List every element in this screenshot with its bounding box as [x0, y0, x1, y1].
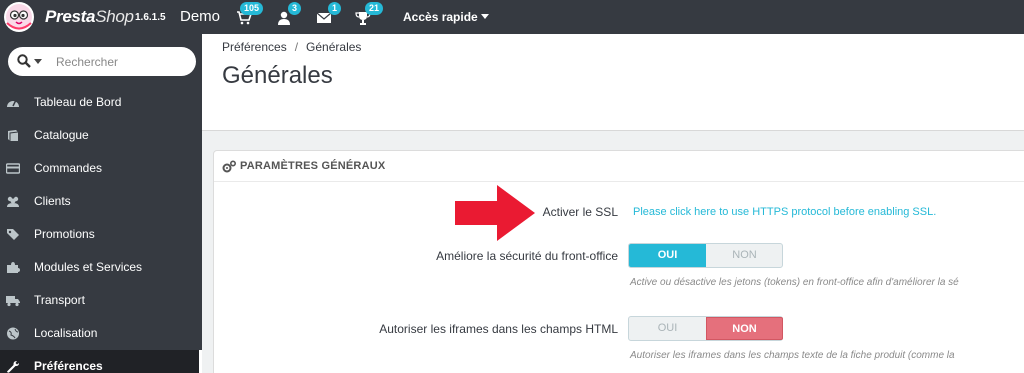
sidebar-item-modules-et-services[interactable]: Modules et Services [0, 251, 202, 284]
iframes-yes-option[interactable]: OUI [629, 317, 706, 340]
front-office-security-switch[interactable]: OUI NON [628, 243, 783, 268]
dashboard-icon [7, 99, 19, 107]
search-type-dropdown-icon[interactable] [34, 59, 42, 64]
puzzle-icon [7, 262, 20, 273]
quick-access-dropdown[interactable]: Accès rapide [403, 10, 489, 24]
brand-name[interactable]: PrestaShop [45, 7, 134, 27]
customers-badge: 3 [288, 2, 302, 15]
breadcrumb-separator: / [294, 40, 299, 54]
security-no-option[interactable]: NON [706, 244, 783, 267]
sidebar-item-label: Promotions [34, 227, 95, 241]
wrench-icon [7, 361, 19, 373]
sidebar-item-label: Tableau de Bord [34, 95, 122, 109]
page-title: Générales [222, 62, 333, 89]
top-navbar: PrestaShop 1.6.1.5 Demo 105 3 1 21 Accès… [0, 0, 1024, 34]
sidebar-item-localisation[interactable]: Localisation [0, 317, 202, 350]
truck-icon [6, 296, 20, 307]
sidebar-item-label: Catalogue [34, 128, 89, 142]
panel-title: PARAMÈTRES GÉNÉRAUX [240, 160, 386, 172]
search-box [8, 47, 196, 76]
sidebar-item-promotions[interactable]: Promotions [0, 218, 202, 251]
shop-name-link[interactable]: Demo [180, 8, 220, 25]
breadcrumb-current: Générales [306, 40, 362, 54]
general-settings-panel: PARAMÈTRES GÉNÉRAUX [213, 150, 1024, 373]
breadcrumb-parent-link[interactable]: Préférences [222, 40, 287, 54]
sidebar-item-clients[interactable]: Clients [0, 185, 202, 218]
front-office-security-help: Active ou désactive les jetons (tokens) … [630, 277, 959, 288]
users-icon [7, 196, 19, 207]
orders-badge: 105 [240, 2, 264, 15]
https-protocol-link[interactable]: Please click here to use HTTPS protocol … [633, 206, 936, 218]
caret-down-icon [480, 14, 489, 19]
trophies-badge: 21 [365, 2, 384, 15]
sidebar-item-preferences[interactable]: Préférences [0, 350, 202, 373]
sidebar: Tableau de Bord Catalogue Commandes Clie… [0, 34, 202, 373]
globe-icon [7, 327, 19, 340]
sidebar-item-transport[interactable]: Transport [0, 284, 202, 317]
credit-card-icon [6, 163, 20, 174]
book-icon [8, 130, 19, 141]
gears-icon [222, 160, 236, 173]
quick-access-label: Accès rapide [403, 10, 478, 24]
brand-presta: Presta [45, 7, 96, 26]
messages-badge: 1 [328, 2, 342, 15]
version-label: 1.6.1.5 [135, 12, 166, 23]
panel-heading: PARAMÈTRES GÉNÉRAUX [214, 151, 1024, 182]
iframes-no-option[interactable]: NON [706, 317, 783, 340]
sidebar-item-tableau-de-bord[interactable]: Tableau de Bord [0, 86, 202, 119]
iframes-help: Autoriser les iframes dans les champs te… [630, 350, 955, 361]
breadcrumb: Préférences / Générales [222, 40, 361, 54]
iframes-label: Autoriser les iframes dans les champs HT… [379, 322, 618, 336]
brand-shop: Shop [95, 7, 134, 26]
front-office-security-label: Améliore la sécurité du front-office [436, 249, 618, 263]
sidebar-item-label: Localisation [34, 326, 98, 340]
sidebar-menu: Tableau de Bord Catalogue Commandes Clie… [0, 86, 202, 373]
sidebar-item-catalogue[interactable]: Catalogue [0, 119, 202, 152]
search-icon[interactable] [17, 54, 31, 68]
search-input[interactable] [56, 52, 186, 71]
sidebar-item-label: Transport [34, 293, 85, 307]
security-yes-option[interactable]: OUI [629, 244, 706, 267]
page-header: Préférences / Générales Générales [202, 34, 1024, 131]
prestashop-logo-icon[interactable] [2, 1, 36, 33]
sidebar-item-label: Modules et Services [34, 260, 143, 274]
sidebar-item-label: Clients [34, 194, 71, 208]
sidebar-item-commandes[interactable]: Commandes [0, 152, 202, 185]
red-arrow-annotation-icon [455, 185, 535, 241]
tag-icon [7, 229, 19, 240]
sidebar-item-label: Préférences [34, 359, 103, 373]
iframes-switch[interactable]: OUI NON [628, 316, 783, 341]
sidebar-item-label: Commandes [34, 161, 103, 175]
